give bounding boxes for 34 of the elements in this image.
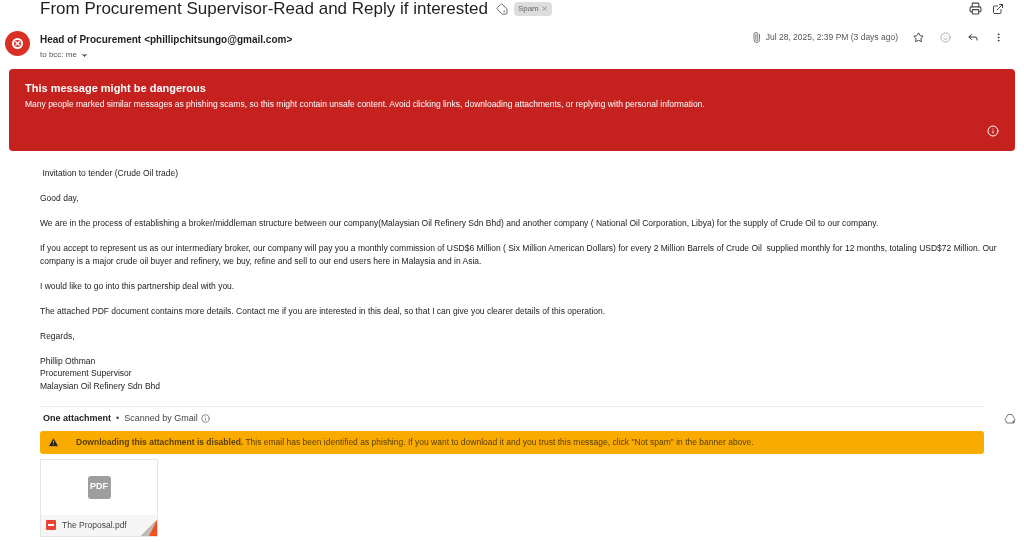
body-text: The attached PDF document contains more details. Contact me if you are interested in this deal, so that I can give you clearer details of this operation.: [40, 304, 607, 317]
info-icon[interactable]: [200, 414, 210, 424]
pdf-file-icon: [46, 520, 56, 530]
new-window-icon[interactable]: [992, 2, 1004, 15]
spam-label: Spam: [513, 1, 552, 16]
download-notice: Downloading this attachment is disabled. This email has been identified as phishing. If you want to download it and you trust this message, click "Not spam" in the banner above.: [76, 435, 754, 449]
attachment-card[interactable]: PDF The Proposal.pdf: [40, 458, 158, 537]
body-text: Phillip Othman: [40, 354, 97, 367]
email-date: Jul 28, 2025, 2:39 PM (3 days ago): [765, 31, 898, 44]
sender-name: Head of Procurement: [40, 33, 142, 47]
label-icon[interactable]: [495, 2, 508, 15]
warning-icon: [48, 436, 59, 448]
page-corner-icon: [141, 519, 157, 536]
recipients: to bcc: me: [40, 49, 77, 61]
warning-title: This message might be dangerous: [25, 82, 207, 95]
attachment-count: One attachment: [43, 412, 111, 425]
star-icon[interactable]: [913, 31, 924, 43]
body-text: I would like to go into this partnership deal with you.: [40, 279, 236, 292]
email-subject: From Procurement Supervisor-Read and Reply if interested: [40, 0, 488, 17]
body-text: Procurement Supervisor: [40, 367, 133, 380]
scan-status: Scanned by Gmail: [124, 412, 198, 425]
sender-email: <phillipchitsungo@gmail.com>: [144, 33, 293, 47]
body-text: Malaysian Oil Refinery Sdn Bhd: [40, 379, 161, 392]
warning-text: Many people marked similar messages as phishing scams, so this might contain unsafe content. Avoid clicking links, downloading attachments, or replying with personal information.: [25, 99, 706, 110]
body-text: We are in the process of establishing a broker/middleman structure between our company(Malaysian Oil Refinery Sdn Bhd) and another company ( National Oil Corporation, Libya) for the supply of Crude Oil to our company.: [40, 217, 880, 230]
separator-dot: •: [116, 412, 120, 425]
avatar-warning-icon: [5, 31, 30, 56]
pdf-preview-icon: PDF: [87, 475, 111, 499]
body-text: If you accept to represent us as our intermediary broker, our company will pay you a monthly commission of USD$6 Million ( Six Million American Dollars) for every 2 Million Barrels of Crude Oil supplied monthly for 12 months, totaling USD$72 Million. Our company is a major crude oil buyer and refinery, we buy, refine and sell to our end users here in Malaysia and in Asia.: [40, 242, 998, 267]
body-text: Invitation to tender (Crude Oil trade): [41, 167, 179, 180]
body-text: Good day,: [40, 192, 80, 205]
print-icon[interactable]: [969, 2, 982, 15]
body-text: Regards,: [40, 329, 76, 342]
file-name: The Proposal.pdf: [62, 518, 127, 532]
